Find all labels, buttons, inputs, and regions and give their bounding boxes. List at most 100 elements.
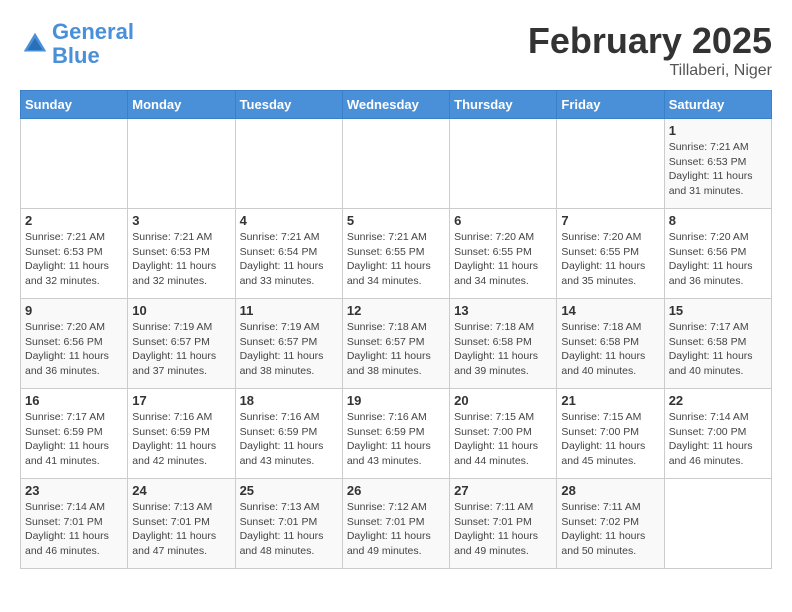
- calendar-cell: 11 Sunrise: 7:19 AM Sunset: 6:57 PM Dayli…: [235, 299, 342, 389]
- day-number: 11: [240, 303, 338, 318]
- day-number: 7: [561, 213, 659, 228]
- calendar-week-row: 9Sunrise: 7:20 AM Sunset: 6:56 PM Daylig…: [21, 299, 772, 389]
- calendar-week-row: 23Sunrise: 7:14 AM Sunset: 7:01 PM Dayli…: [21, 479, 772, 569]
- day-number: 12: [347, 303, 445, 318]
- calendar-cell: 21Sunrise: 7:15 AM Sunset: 7:00 PM Dayli…: [557, 389, 664, 479]
- weekday-header: Thursday: [450, 91, 557, 119]
- logo-line2: Blue: [52, 43, 100, 68]
- page-header: General Blue February 2025 Tillaberi, Ni…: [20, 20, 772, 80]
- weekday-header: Friday: [557, 91, 664, 119]
- calendar-week-row: 16 Sunrise: 7:17 AM Sunset: 6:59 PM Dayli…: [21, 389, 772, 479]
- day-number: 8: [669, 213, 767, 228]
- day-info: Sunrise: 7:14 AM Sunset: 7:00 PM Dayligh…: [669, 410, 767, 469]
- day-number: 2: [25, 213, 123, 228]
- day-info: Sunrise: 7:19 AM Sunset: 6:57 PM Dayligh…: [132, 320, 230, 379]
- day-number: 24: [132, 483, 230, 498]
- calendar-cell: 23Sunrise: 7:14 AM Sunset: 7:01 PM Dayli…: [21, 479, 128, 569]
- day-number: 22: [669, 393, 767, 408]
- day-number: 6: [454, 213, 552, 228]
- day-number: 27: [454, 483, 552, 498]
- calendar-cell: 28 Sunrise: 7:11 AM Sunset: 7:02 PM Dayli…: [557, 479, 664, 569]
- day-number: 3: [132, 213, 230, 228]
- month-title: February 2025: [528, 20, 772, 62]
- calendar-cell: [235, 119, 342, 209]
- day-number: 10: [132, 303, 230, 318]
- day-number: 15: [669, 303, 767, 318]
- weekday-header-row: SundayMondayTuesdayWednesdayThursdayFrid…: [21, 91, 772, 119]
- day-info: Sunrise: 7:21 AM Sunset: 6:53 PM Dayligh…: [25, 230, 123, 289]
- calendar-cell: 16 Sunrise: 7:17 AM Sunset: 6:59 PM Dayli…: [21, 389, 128, 479]
- calendar-cell: 7 Sunrise: 7:20 AM Sunset: 6:55 PM Daylig…: [557, 209, 664, 299]
- title-block: February 2025 Tillaberi, Niger: [528, 20, 772, 80]
- calendar-cell: [128, 119, 235, 209]
- day-number: 1: [669, 123, 767, 138]
- day-info: Sunrise: 7:17 AM Sunset: 6:59 PM Dayligh…: [25, 410, 123, 469]
- calendar-week-row: 2 Sunrise: 7:21 AM Sunset: 6:53 PM Daylig…: [21, 209, 772, 299]
- day-info: Sunrise: 7:16 AM Sunset: 6:59 PM Dayligh…: [240, 410, 338, 469]
- calendar-cell: 14 Sunrise: 7:18 AM Sunset: 6:58 PM Dayli…: [557, 299, 664, 389]
- calendar-cell: 1 Sunrise: 7:21 AM Sunset: 6:53 PM Daylig…: [664, 119, 771, 209]
- day-number: 9: [25, 303, 123, 318]
- day-number: 5: [347, 213, 445, 228]
- day-number: 17: [132, 393, 230, 408]
- weekday-header: Monday: [128, 91, 235, 119]
- calendar-cell: 18Sunrise: 7:16 AM Sunset: 6:59 PM Dayli…: [235, 389, 342, 479]
- day-info: Sunrise: 7:21 AM Sunset: 6:54 PM Dayligh…: [240, 230, 338, 289]
- logo: General Blue: [20, 20, 134, 68]
- day-info: Sunrise: 7:20 AM Sunset: 6:55 PM Dayligh…: [454, 230, 552, 289]
- day-info: Sunrise: 7:13 AM Sunset: 7:01 PM Dayligh…: [240, 500, 338, 559]
- calendar-cell: 17 Sunrise: 7:16 AM Sunset: 6:59 PM Dayli…: [128, 389, 235, 479]
- calendar-cell: 20Sunrise: 7:15 AM Sunset: 7:00 PM Dayli…: [450, 389, 557, 479]
- day-info: Sunrise: 7:16 AM Sunset: 6:59 PM Dayligh…: [132, 410, 230, 469]
- day-info: Sunrise: 7:11 AM Sunset: 7:02 PM Dayligh…: [561, 500, 659, 559]
- day-number: 26: [347, 483, 445, 498]
- day-info: Sunrise: 7:12 AM Sunset: 7:01 PM Dayligh…: [347, 500, 445, 559]
- day-info: Sunrise: 7:18 AM Sunset: 6:58 PM Dayligh…: [454, 320, 552, 379]
- day-number: 14: [561, 303, 659, 318]
- calendar-cell: 10 Sunrise: 7:19 AM Sunset: 6:57 PM Dayli…: [128, 299, 235, 389]
- day-info: Sunrise: 7:21 AM Sunset: 6:53 PM Dayligh…: [669, 140, 767, 199]
- calendar-cell: 13 Sunrise: 7:18 AM Sunset: 6:58 PM Dayli…: [450, 299, 557, 389]
- day-number: 13: [454, 303, 552, 318]
- calendar-cell: 27 Sunrise: 7:11 AM Sunset: 7:01 PM Dayli…: [450, 479, 557, 569]
- logo-text: General Blue: [52, 20, 134, 68]
- calendar-cell: 25Sunrise: 7:13 AM Sunset: 7:01 PM Dayli…: [235, 479, 342, 569]
- day-info: Sunrise: 7:11 AM Sunset: 7:01 PM Dayligh…: [454, 500, 552, 559]
- weekday-header: Sunday: [21, 91, 128, 119]
- location: Tillaberi, Niger: [528, 62, 772, 80]
- day-info: Sunrise: 7:15 AM Sunset: 7:00 PM Dayligh…: [561, 410, 659, 469]
- day-number: 28: [561, 483, 659, 498]
- weekday-header: Wednesday: [342, 91, 449, 119]
- calendar-cell: 3 Sunrise: 7:21 AM Sunset: 6:53 PM Daylig…: [128, 209, 235, 299]
- calendar-cell: [21, 119, 128, 209]
- calendar-cell: [557, 119, 664, 209]
- calendar-cell: 19Sunrise: 7:16 AM Sunset: 6:59 PM Dayli…: [342, 389, 449, 479]
- day-info: Sunrise: 7:21 AM Sunset: 6:53 PM Dayligh…: [132, 230, 230, 289]
- logo-icon: [20, 29, 50, 59]
- calendar-cell: [664, 479, 771, 569]
- calendar-cell: 6 Sunrise: 7:20 AM Sunset: 6:55 PM Daylig…: [450, 209, 557, 299]
- weekday-header: Saturday: [664, 91, 771, 119]
- calendar-cell: 26 Sunrise: 7:12 AM Sunset: 7:01 PM Dayli…: [342, 479, 449, 569]
- day-info: Sunrise: 7:15 AM Sunset: 7:00 PM Dayligh…: [454, 410, 552, 469]
- day-info: Sunrise: 7:18 AM Sunset: 6:58 PM Dayligh…: [561, 320, 659, 379]
- day-info: Sunrise: 7:19 AM Sunset: 6:57 PM Dayligh…: [240, 320, 338, 379]
- calendar-cell: [450, 119, 557, 209]
- calendar-cell: 9Sunrise: 7:20 AM Sunset: 6:56 PM Daylig…: [21, 299, 128, 389]
- day-number: 16: [25, 393, 123, 408]
- weekday-header: Tuesday: [235, 91, 342, 119]
- day-info: Sunrise: 7:20 AM Sunset: 6:55 PM Dayligh…: [561, 230, 659, 289]
- calendar-cell: 4 Sunrise: 7:21 AM Sunset: 6:54 PM Daylig…: [235, 209, 342, 299]
- calendar-cell: 24 Sunrise: 7:13 AM Sunset: 7:01 PM Dayli…: [128, 479, 235, 569]
- calendar-cell: 5Sunrise: 7:21 AM Sunset: 6:55 PM Daylig…: [342, 209, 449, 299]
- calendar-cell: [342, 119, 449, 209]
- calendar-cell: 15Sunrise: 7:17 AM Sunset: 6:58 PM Dayli…: [664, 299, 771, 389]
- day-info: Sunrise: 7:18 AM Sunset: 6:57 PM Dayligh…: [347, 320, 445, 379]
- calendar-cell: 22 Sunrise: 7:14 AM Sunset: 7:00 PM Dayli…: [664, 389, 771, 479]
- day-number: 4: [240, 213, 338, 228]
- day-info: Sunrise: 7:13 AM Sunset: 7:01 PM Dayligh…: [132, 500, 230, 559]
- calendar-cell: 8 Sunrise: 7:20 AM Sunset: 6:56 PM Daylig…: [664, 209, 771, 299]
- day-info: Sunrise: 7:20 AM Sunset: 6:56 PM Dayligh…: [669, 230, 767, 289]
- calendar-week-row: 1 Sunrise: 7:21 AM Sunset: 6:53 PM Daylig…: [21, 119, 772, 209]
- calendar-cell: 2 Sunrise: 7:21 AM Sunset: 6:53 PM Daylig…: [21, 209, 128, 299]
